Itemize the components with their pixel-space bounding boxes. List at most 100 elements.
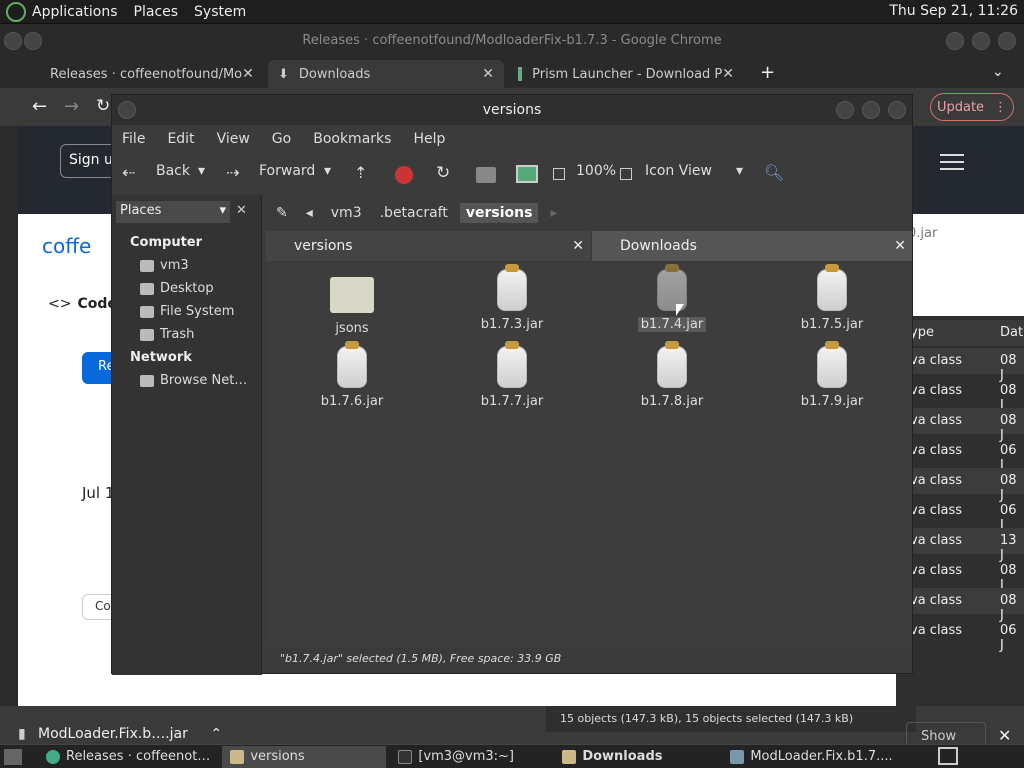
up-icon[interactable]: ⇡ (354, 163, 367, 182)
reload-icon[interactable]: ↻ (436, 163, 450, 183)
back-button[interactable]: Back (156, 163, 190, 179)
show-desktop-icon[interactable] (4, 748, 22, 765)
window-menu-icon[interactable] (4, 32, 22, 50)
archive-icon (730, 749, 745, 764)
breadcrumb-right-arrow-icon[interactable]: ▸ (544, 203, 563, 223)
tab-close-icon[interactable]: ✕ (722, 66, 734, 82)
stop-icon[interactable] (395, 166, 413, 184)
table-row[interactable]: va class 08 J (896, 558, 1024, 593)
file-item-b1-7-3[interactable]: b1.7.3.jar (452, 264, 572, 332)
menu-go[interactable]: Go (272, 131, 291, 147)
table-row[interactable]: va class 08 J (896, 408, 1024, 443)
table-row[interactable]: va class 13 J (896, 528, 1024, 563)
breadcrumb-versions[interactable]: versions (459, 203, 539, 223)
sidebar-item-desktop[interactable]: Desktop (140, 281, 214, 296)
task-terminal[interactable]: [vm3@vm3:~] (390, 746, 550, 768)
menu-view[interactable]: View (217, 131, 250, 147)
close-downloads-icon[interactable]: ✕ (998, 726, 1011, 745)
home-icon[interactable] (476, 167, 496, 183)
menu-applications[interactable]: Applications (32, 4, 118, 20)
table-row[interactable]: va class 06 J (896, 498, 1024, 533)
file-item-b1-7-9[interactable]: b1.7.9.jar (772, 341, 892, 409)
download-item[interactable]: ModLoader.Fix.b….jar ⌃ (38, 726, 222, 742)
back-history-chevron-icon[interactable]: ▾ (198, 163, 205, 179)
file-item-b1-7-6[interactable]: b1.7.6.jar (292, 341, 412, 409)
tab-prism[interactable]: Prism Launcher - Download P ✕ (508, 60, 744, 88)
sidebar-item-vm3[interactable]: vm3 (140, 258, 189, 273)
reload-icon[interactable]: ↻ (96, 96, 110, 116)
update-button[interactable]: Update ⋮ (930, 93, 1014, 121)
view-mode-chevron-icon[interactable]: ▾ (736, 163, 743, 179)
minimize-icon[interactable] (836, 101, 854, 119)
menu-edit[interactable]: Edit (167, 131, 194, 147)
col-date-header[interactable]: Dat (1000, 325, 1023, 340)
file-item-b1-7-5[interactable]: b1.7.5.jar (772, 264, 892, 332)
menu-system[interactable]: System (194, 4, 246, 20)
table-row[interactable]: va class 06 J (896, 618, 1024, 653)
sidebar-item-trash[interactable]: Trash (140, 327, 194, 342)
tab-close-icon[interactable]: ✕ (242, 66, 254, 82)
file-item-b1-7-8[interactable]: b1.7.8.jar (612, 341, 732, 409)
close-icon[interactable] (998, 32, 1016, 50)
places-select[interactable]: Places ▾ (116, 201, 230, 223)
tab-close-icon[interactable]: ✕ (482, 66, 494, 82)
view-mode-select[interactable]: Icon View (645, 163, 712, 179)
search-icon[interactable]: 🔍︎ (764, 163, 784, 182)
menu-help[interactable]: Help (413, 131, 445, 147)
breadcrumb-betacraft[interactable]: .betacraft (374, 203, 454, 223)
back-icon[interactable]: ⇠ (122, 163, 135, 182)
tab-search-icon[interactable]: ⌄ (992, 64, 1004, 80)
distro-logo-icon[interactable] (6, 1, 26, 22)
window-menu-icon[interactable] (118, 101, 136, 119)
table-row[interactable]: va class 08 J (896, 378, 1024, 413)
task-versions[interactable]: versions (222, 745, 387, 768)
col-type-header[interactable]: ype (910, 325, 934, 340)
pane-close-icon[interactable]: ✕ (572, 231, 584, 261)
task-downloads[interactable]: Downloads (554, 746, 718, 768)
table-row[interactable]: va class 06 J (896, 438, 1024, 473)
pane-tab-versions[interactable]: versions ✕ (266, 231, 590, 261)
menu-bookmarks[interactable]: Bookmarks (313, 131, 391, 147)
repo-name-link[interactable]: coffe (42, 234, 91, 258)
code-tab[interactable]: <> Code (48, 296, 117, 312)
minimize-icon[interactable] (946, 32, 964, 50)
maximize-icon[interactable] (972, 32, 990, 50)
zoom-in-icon[interactable] (620, 168, 632, 180)
file-item-b1-7-4[interactable]: b1.7.4.jar (612, 264, 732, 332)
back-arrow-icon[interactable]: ← (32, 96, 47, 117)
new-tab-icon[interactable]: + (760, 62, 775, 83)
forward-arrow-icon[interactable]: → (64, 96, 79, 117)
forward-icon[interactable]: ⇢ (226, 163, 239, 182)
computer-icon[interactable] (516, 165, 538, 183)
table-row[interactable]: va class 08 J (896, 348, 1024, 383)
maximize-icon[interactable] (862, 101, 880, 119)
chevron-up-icon[interactable]: ⌃ (210, 726, 222, 742)
zoom-level[interactable]: 100% (576, 163, 616, 179)
pane-close-icon[interactable]: ✕ (894, 231, 906, 261)
breadcrumb-left-arrow-icon[interactable]: ◂ (300, 203, 319, 223)
menu-file[interactable]: File (122, 131, 145, 147)
file-item-jsons[interactable]: jsons (292, 273, 412, 336)
window-shade-icon[interactable] (24, 32, 42, 50)
close-sidebar-icon[interactable]: ✕ (236, 203, 247, 218)
zoom-out-icon[interactable] (553, 168, 565, 180)
task-archive[interactable]: ModLoader.Fix.b1.7.... (722, 746, 900, 768)
clock[interactable]: Thu Sep 21, 11:26 (889, 3, 1018, 19)
forward-button[interactable]: Forward (259, 163, 315, 179)
workspace-switcher-icon[interactable] (938, 747, 958, 765)
pane-tab-downloads[interactable]: Downloads ✕ (592, 231, 912, 261)
menu-places[interactable]: Places (134, 4, 179, 20)
table-row[interactable]: va class 08 J (896, 468, 1024, 503)
table-row[interactable]: va class 08 J (896, 588, 1024, 623)
sidebar-item-browse-network[interactable]: Browse Net… (140, 373, 247, 388)
edit-location-icon[interactable]: ✎ (270, 203, 294, 223)
sidebar-item-filesystem[interactable]: File System (140, 304, 234, 319)
tab-downloads[interactable]: ⬇ Downloads ✕ (268, 60, 504, 88)
breadcrumb-vm3[interactable]: vm3 (325, 203, 368, 223)
close-icon[interactable] (888, 101, 906, 119)
hamburger-menu-icon[interactable] (940, 154, 964, 170)
tab-releases[interactable]: Releases · coffeenotfound/Mo ✕ (30, 60, 262, 88)
forward-history-chevron-icon[interactable]: ▾ (324, 163, 331, 179)
file-item-b1-7-7[interactable]: b1.7.7.jar (452, 341, 572, 409)
task-chrome[interactable]: Releases · coffeenot… (38, 746, 218, 768)
